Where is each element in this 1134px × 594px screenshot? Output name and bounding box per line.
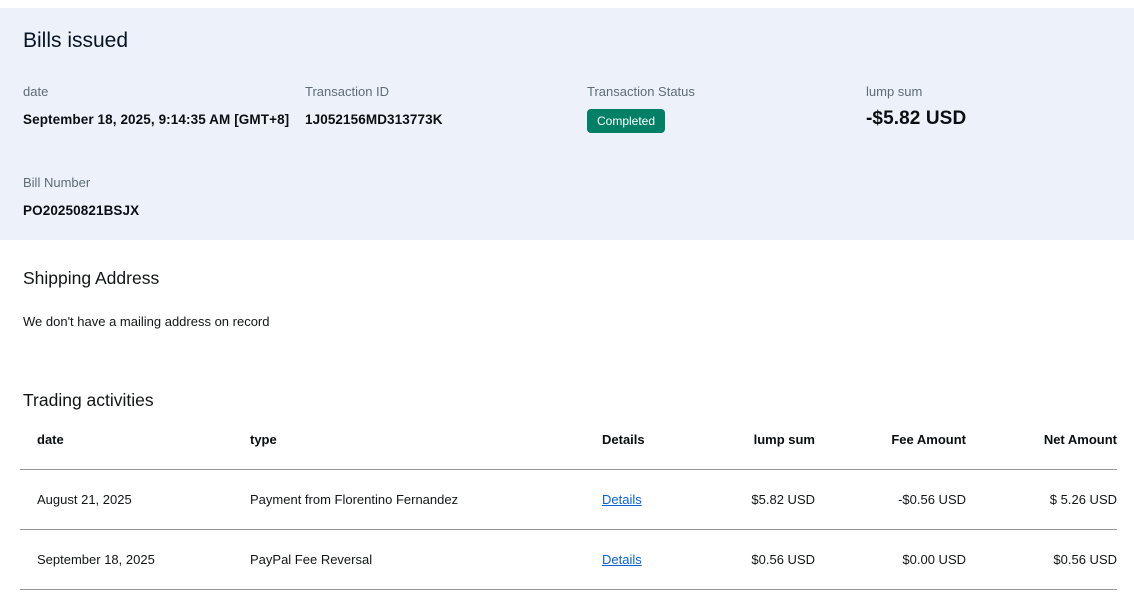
field-transaction-id: Transaction ID 1J052156MD313773K bbox=[305, 84, 587, 133]
top-strip bbox=[0, 0, 1134, 8]
cell-net-amount: $0.56 USD bbox=[966, 529, 1117, 590]
table-row: September 18, 2025 PayPal Fee Reversal D… bbox=[20, 529, 1117, 590]
details-link[interactable]: Details bbox=[602, 492, 642, 507]
bill-number-label: Bill Number bbox=[23, 175, 91, 191]
field-date: date September 18, 2025, 9:14:35 AM [GMT… bbox=[23, 84, 305, 133]
field-bill-number: Bill Number PO20250821BSJX bbox=[23, 175, 305, 218]
transaction-id-value: 1J052156MD313773K bbox=[305, 111, 443, 127]
bill-summary-panel: Bills issued date September 18, 2025, 9:… bbox=[0, 8, 1134, 240]
transaction-id-label: Transaction ID bbox=[305, 84, 390, 100]
shipping-address-message: We don't have a mailing address on recor… bbox=[23, 314, 270, 329]
column-header-type: type bbox=[250, 426, 602, 470]
shipping-address-title: Shipping Address bbox=[23, 268, 160, 288]
trading-activities-table: date type Details lump sum Fee Amount Ne… bbox=[20, 426, 1117, 590]
field-transaction-status: Transaction Status Completed bbox=[587, 84, 866, 134]
cell-lump-sum: $0.56 USD bbox=[722, 529, 815, 590]
bill-number-value: PO20250821BSJX bbox=[23, 202, 140, 218]
table-header-row: date type Details lump sum Fee Amount Ne… bbox=[20, 426, 1117, 470]
cell-date: September 18, 2025 bbox=[20, 529, 250, 590]
cell-type: PayPal Fee Reversal bbox=[250, 529, 602, 590]
column-header-lump-sum: lump sum bbox=[722, 426, 815, 470]
cell-fee-amount: $0.00 USD bbox=[815, 529, 966, 590]
column-header-net-amount: Net Amount bbox=[966, 426, 1117, 470]
lump-sum-label: lump sum bbox=[866, 84, 923, 100]
column-header-details: Details bbox=[602, 426, 722, 470]
date-label: date bbox=[23, 84, 49, 100]
table-row: August 21, 2025 Payment from Florentino … bbox=[20, 469, 1117, 530]
field-lump-sum: lump sum -$5.82 USD bbox=[866, 84, 1111, 133]
page-title: Bills issued bbox=[23, 29, 129, 52]
cell-date: August 21, 2025 bbox=[20, 469, 250, 530]
details-link[interactable]: Details bbox=[602, 552, 642, 567]
summary-field-grid: date September 18, 2025, 9:14:35 AM [GMT… bbox=[23, 84, 1111, 218]
column-header-date: date bbox=[20, 426, 250, 470]
trading-activities-title: Trading activities bbox=[23, 390, 154, 410]
cell-net-amount: $ 5.26 USD bbox=[966, 469, 1117, 530]
trading-activities-section: Trading activities bbox=[0, 390, 1134, 411]
transaction-status-label: Transaction Status bbox=[587, 84, 695, 100]
cell-fee-amount: -$0.56 USD bbox=[815, 469, 966, 530]
cell-lump-sum: $5.82 USD bbox=[722, 469, 815, 530]
date-value: September 18, 2025, 9:14:35 AM [GMT+8] bbox=[23, 111, 290, 127]
shipping-address-section: Shipping Address We don't have a mailing… bbox=[0, 268, 1134, 329]
column-header-fee-amount: Fee Amount bbox=[815, 426, 966, 470]
lump-sum-value: -$5.82 USD bbox=[866, 107, 967, 129]
status-badge: Completed bbox=[587, 108, 666, 134]
cell-type: Payment from Florentino Fernandez bbox=[250, 469, 602, 530]
